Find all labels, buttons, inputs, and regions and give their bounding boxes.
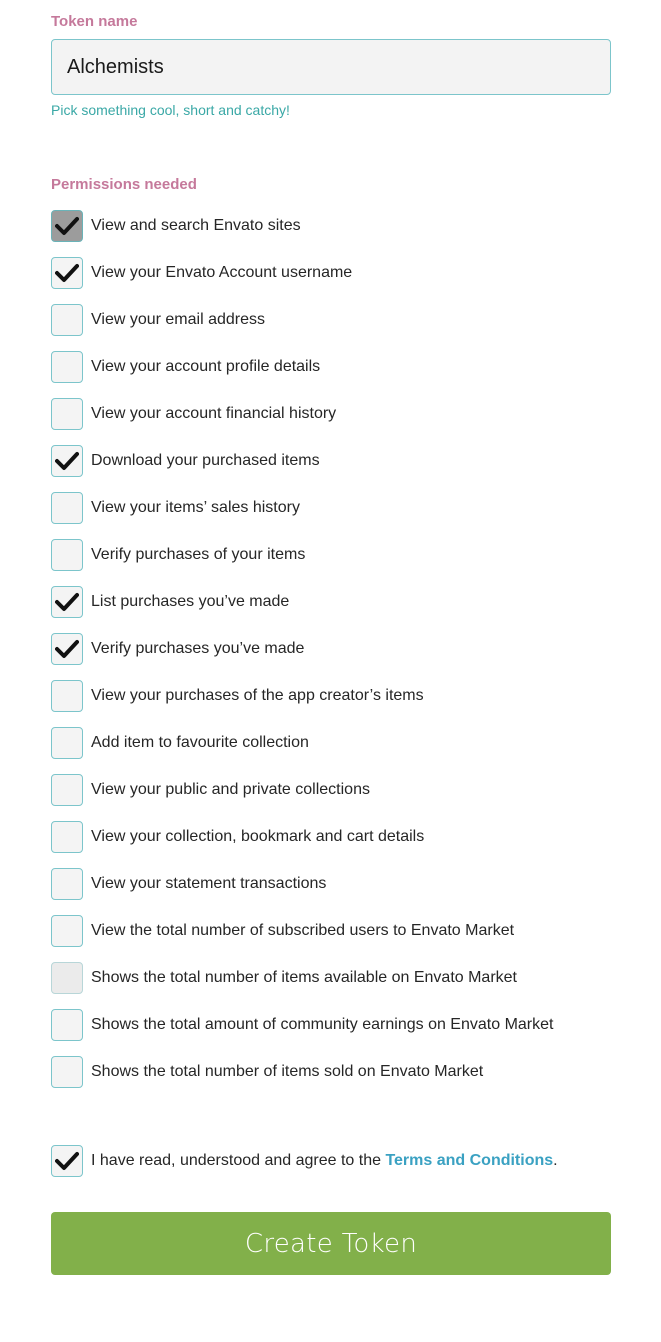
permission-row: Verify purchases of your items <box>51 531 631 578</box>
permission-row: Shows the total number of items sold on … <box>51 1048 631 1095</box>
permission-row: View your statement transactions <box>51 860 631 907</box>
permission-row: View your account profile details <box>51 343 631 390</box>
permission-checkbox[interactable] <box>51 444 83 477</box>
checkmark-icon <box>55 1152 79 1170</box>
permission-checkbox[interactable] <box>51 256 83 289</box>
permission-row: Shows the total number of items availabl… <box>51 954 631 1001</box>
permission-label: View your purchases of the app creator’s… <box>91 686 424 704</box>
permission-checkbox[interactable] <box>51 538 83 571</box>
permission-checkbox[interactable] <box>51 397 83 430</box>
permission-label: View your items’ sales history <box>91 498 300 516</box>
permission-label: View the total number of subscribed user… <box>91 921 515 939</box>
checkmark-icon <box>55 592 79 611</box>
checkmark-icon <box>55 451 79 470</box>
permission-label: Download your purchased items <box>91 451 320 469</box>
permission-checkbox[interactable] <box>51 1055 83 1088</box>
permission-row: Download your purchased items <box>51 437 631 484</box>
permission-label: View your account profile details <box>91 357 321 375</box>
terms-agreement-prefix: I have read, understood and agree to the <box>91 1152 386 1169</box>
permission-label: Shows the total number of items availabl… <box>91 968 517 986</box>
permission-checkbox[interactable] <box>51 303 83 336</box>
permissions-list: View and search Envato sites View your En… <box>51 202 631 1095</box>
permissions-label: Permissions needed <box>51 176 197 193</box>
permission-label: View your statement transactions <box>91 874 327 892</box>
permission-label: View your email address <box>91 310 266 328</box>
terms-agreement-text: I have read, understood and agree to the… <box>91 1152 558 1170</box>
checkmark-icon <box>55 263 79 282</box>
token-name-hint: Pick something cool, short and catchy! <box>51 102 290 118</box>
permission-row: Add item to favourite collection <box>51 719 631 766</box>
permission-row: View the total number of subscribed user… <box>51 907 631 954</box>
create-token-button[interactable]: Create Token <box>51 1212 611 1275</box>
permission-row: View your purchases of the app creator’s… <box>51 672 631 719</box>
permission-checkbox[interactable] <box>51 350 83 383</box>
permission-checkbox[interactable] <box>51 1008 83 1041</box>
permission-label: Shows the total number of items sold on … <box>91 1062 484 1080</box>
permission-label: Verify purchases of your items <box>91 545 306 563</box>
permission-label: Verify purchases you’ve made <box>91 639 305 657</box>
permission-label: View and search Envato sites <box>91 216 301 234</box>
token-name-label: Token name <box>51 13 138 30</box>
permission-label: Shows the total amount of community earn… <box>91 1015 554 1033</box>
permission-checkbox[interactable] <box>51 491 83 524</box>
permission-checkbox[interactable] <box>51 867 83 900</box>
terms-agreement-suffix: . <box>553 1152 558 1169</box>
terms-checkbox[interactable] <box>51 1145 83 1177</box>
permission-checkbox[interactable] <box>51 632 83 665</box>
permission-row: View your Envato Account username <box>51 249 631 296</box>
terms-agreement-row: I have read, understood and agree to the… <box>51 1144 558 1178</box>
permission-checkbox[interactable] <box>51 961 83 994</box>
permission-checkbox[interactable] <box>51 773 83 806</box>
permission-checkbox[interactable] <box>51 209 83 242</box>
permission-checkbox[interactable] <box>51 726 83 759</box>
permission-row: View your email address <box>51 296 631 343</box>
permission-checkbox[interactable] <box>51 914 83 947</box>
permission-row: View your public and private collections <box>51 766 631 813</box>
checkmark-icon <box>55 216 79 235</box>
permission-row: Shows the total amount of community earn… <box>51 1001 631 1048</box>
permission-row: Verify purchases you’ve made <box>51 625 631 672</box>
permission-label: View your collection, bookmark and cart … <box>91 827 425 845</box>
permission-checkbox[interactable] <box>51 820 83 853</box>
permission-label: Add item to favourite collection <box>91 733 309 751</box>
token-name-input[interactable] <box>51 39 611 95</box>
permission-row: View and search Envato sites <box>51 202 631 249</box>
permission-row: View your collection, bookmark and cart … <box>51 813 631 860</box>
permission-checkbox[interactable] <box>51 679 83 712</box>
checkmark-icon <box>55 639 79 658</box>
permission-label: List purchases you’ve made <box>91 592 290 610</box>
permission-label: View your account financial history <box>91 404 337 422</box>
permission-checkbox[interactable] <box>51 585 83 618</box>
permission-row: View your items’ sales history <box>51 484 631 531</box>
permission-row: View your account financial history <box>51 390 631 437</box>
permission-label: View your public and private collections <box>91 780 370 798</box>
permission-row: List purchases you’ve made <box>51 578 631 625</box>
terms-link[interactable]: Terms and Conditions <box>385 1152 553 1169</box>
permission-label: View your Envato Account username <box>91 263 353 281</box>
token-form-page: Token name Pick something cool, short an… <box>0 0 661 1342</box>
